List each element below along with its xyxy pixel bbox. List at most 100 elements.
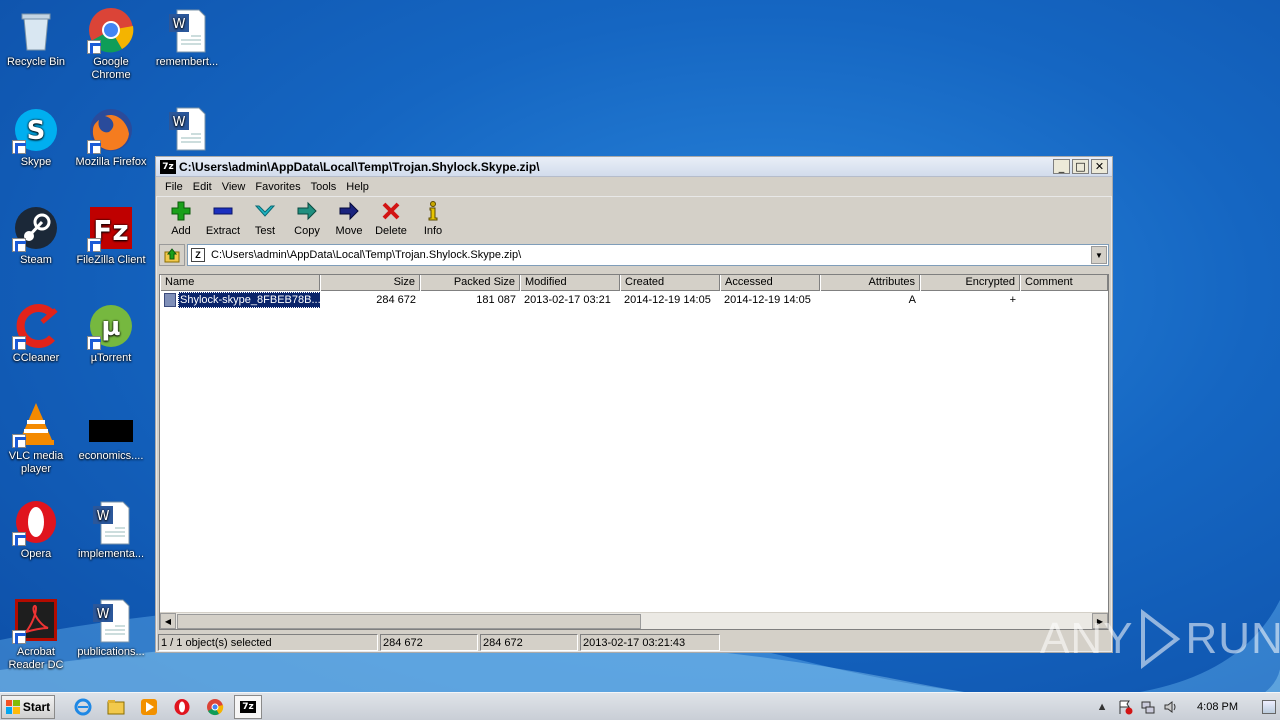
- show-desktop-button[interactable]: [1262, 700, 1276, 714]
- menu-file[interactable]: File: [160, 181, 188, 193]
- col-header-name[interactable]: Name: [160, 275, 320, 291]
- col-header-size[interactable]: Size: [320, 275, 420, 291]
- up-folder-icon: [164, 248, 180, 263]
- scroll-thumb[interactable]: [177, 613, 641, 629]
- taskbar-chrome[interactable]: [201, 695, 229, 719]
- desktop-icon-label: Mozilla Firefox: [75, 156, 147, 168]
- status-packed: 284 672: [480, 633, 578, 651]
- up-folder-button[interactable]: [159, 244, 185, 266]
- word-doc-icon: W: [169, 107, 206, 151]
- desktop-icon-label: implementa...: [77, 548, 145, 560]
- word-doc-icon: W: [93, 599, 130, 643]
- desktop-icon-label: FileZilla Client: [76, 254, 146, 266]
- network-icon[interactable]: [1139, 698, 1157, 716]
- desktop-icon-word-3[interactable]: W implementa...: [73, 498, 149, 561]
- desktop-icon-filezilla[interactable]: Fz FileZilla Client: [73, 204, 149, 267]
- svg-text:W: W: [173, 17, 186, 32]
- col-header-packed-size[interactable]: Packed Size: [420, 275, 520, 291]
- col-header-accessed[interactable]: Accessed: [720, 275, 820, 291]
- add-icon: [171, 201, 191, 221]
- cell-comment: [1020, 292, 1108, 308]
- desktop-icon-steam[interactable]: Steam: [0, 204, 74, 267]
- desktop-icon-label: CCleaner: [12, 352, 60, 364]
- desktop-icon-ccleaner[interactable]: CCleaner: [0, 302, 74, 365]
- add-button[interactable]: Add: [160, 199, 202, 241]
- desktop-icon-chrome[interactable]: Google Chrome: [73, 6, 149, 82]
- watermark-right: RUN: [1185, 614, 1280, 663]
- desktop-icon-word-1[interactable]: W remembert...: [149, 6, 225, 69]
- desktop-icon-label: VLC media player: [8, 450, 64, 475]
- status-size: 284 672: [380, 633, 478, 651]
- svg-text:W: W: [173, 115, 186, 130]
- minimize-button[interactable]: _: [1053, 159, 1070, 174]
- desktop-icon-word-2[interactable]: W: [149, 104, 225, 154]
- address-dropdown-button[interactable]: ▼: [1091, 246, 1107, 264]
- desktop-icon-economics[interactable]: economics....: [73, 400, 149, 463]
- tray-expand-icon[interactable]: ▲: [1093, 698, 1111, 716]
- test-label: Test: [254, 225, 276, 237]
- close-button[interactable]: ✕: [1091, 159, 1108, 174]
- info-button[interactable]: Info: [412, 199, 454, 241]
- address-field[interactable]: Z C:\Users\admin\AppData\Local\Temp\Troj…: [187, 244, 1109, 266]
- desktop-icon-firefox[interactable]: Mozilla Firefox: [73, 106, 149, 169]
- watermark-left: ANY: [1040, 614, 1134, 663]
- desktop-icon-recycle-bin[interactable]: Recycle Bin: [0, 6, 74, 69]
- opera-icon: [174, 698, 190, 715]
- svg-text:S: S: [27, 116, 46, 146]
- desktop-icon-word-4[interactable]: W publications...: [73, 596, 149, 659]
- taskbar-media-player[interactable]: [135, 695, 163, 719]
- address-path: C:\Users\admin\AppData\Local\Temp\Trojan…: [211, 249, 522, 261]
- 7zip-taskbar-icon: 7z: [240, 700, 256, 713]
- test-button[interactable]: Test: [244, 199, 286, 241]
- chrome-icon: [207, 698, 224, 715]
- test-icon: [254, 205, 276, 217]
- desktop-icon-vlc[interactable]: VLC media player: [0, 400, 74, 476]
- copy-button[interactable]: Copy: [286, 199, 328, 241]
- col-header-encrypted[interactable]: Encrypted: [920, 275, 1020, 291]
- horizontal-scrollbar[interactable]: ◀ ▶: [160, 612, 1108, 629]
- copy-label: Copy: [294, 225, 320, 237]
- col-header-modified[interactable]: Modified: [520, 275, 620, 291]
- play-logo-icon: [1141, 609, 1181, 669]
- move-button[interactable]: Move: [328, 199, 370, 241]
- title-bar[interactable]: 7z C:\Users\admin\AppData\Local\Temp\Tro…: [156, 157, 1112, 177]
- desktop-icon-label: Acrobat Reader DC: [8, 646, 64, 671]
- menu-favorites[interactable]: Favorites: [250, 181, 305, 193]
- table-row[interactable]: Shylock-skype_8FBEB78B... 284 672 181 08…: [160, 292, 1108, 308]
- taskbar-7zip[interactable]: 7z: [234, 694, 262, 719]
- desktop-icon-skype[interactable]: S Skype: [0, 106, 74, 169]
- taskbar-opera[interactable]: [168, 695, 196, 719]
- desktop-icon-label: µTorrent: [90, 352, 132, 364]
- menu-tools[interactable]: Tools: [306, 181, 342, 193]
- desktop-icon-acrobat[interactable]: Acrobat Reader DC: [0, 596, 74, 672]
- scroll-left-button[interactable]: ◀: [160, 613, 176, 629]
- file-list[interactable]: Name Size Packed Size Modified Created A…: [159, 274, 1109, 630]
- col-header-comment[interactable]: Comment: [1020, 275, 1108, 291]
- desktop-icon-opera[interactable]: Opera: [0, 498, 74, 561]
- volume-icon[interactable]: [1162, 698, 1180, 716]
- start-label: Start: [22, 699, 51, 714]
- delete-button[interactable]: Delete: [370, 199, 412, 241]
- media-player-icon: [141, 698, 157, 715]
- start-button[interactable]: Start: [1, 694, 55, 719]
- cell-modified: 2013-02-17 03:21: [524, 294, 611, 306]
- delete-label: Delete: [375, 225, 407, 237]
- menu-edit[interactable]: Edit: [188, 181, 217, 193]
- 7zip-app-icon: 7z: [160, 159, 176, 174]
- action-center-flag-icon[interactable]: [1116, 698, 1134, 716]
- taskbar-clock[interactable]: 4:08 PM: [1197, 701, 1238, 713]
- taskbar-ie[interactable]: [69, 695, 97, 719]
- maximize-button[interactable]: □: [1072, 159, 1089, 174]
- folder-icon: [107, 699, 125, 714]
- col-header-attributes[interactable]: Attributes: [820, 275, 920, 291]
- window-title: C:\Users\admin\AppData\Local\Temp\Trojan…: [179, 159, 540, 174]
- menu-help[interactable]: Help: [341, 181, 374, 193]
- desktop-icon-label: Steam: [20, 254, 52, 266]
- col-header-created[interactable]: Created: [620, 275, 720, 291]
- desktop-icon-utorrent[interactable]: µ µTorrent: [73, 302, 149, 365]
- menu-view[interactable]: View: [217, 181, 251, 193]
- extract-button[interactable]: Extract: [202, 199, 244, 241]
- zip-icon: Z: [191, 248, 205, 262]
- cell-accessed: 2014-12-19 14:05: [724, 294, 811, 306]
- taskbar-explorer[interactable]: [102, 695, 130, 719]
